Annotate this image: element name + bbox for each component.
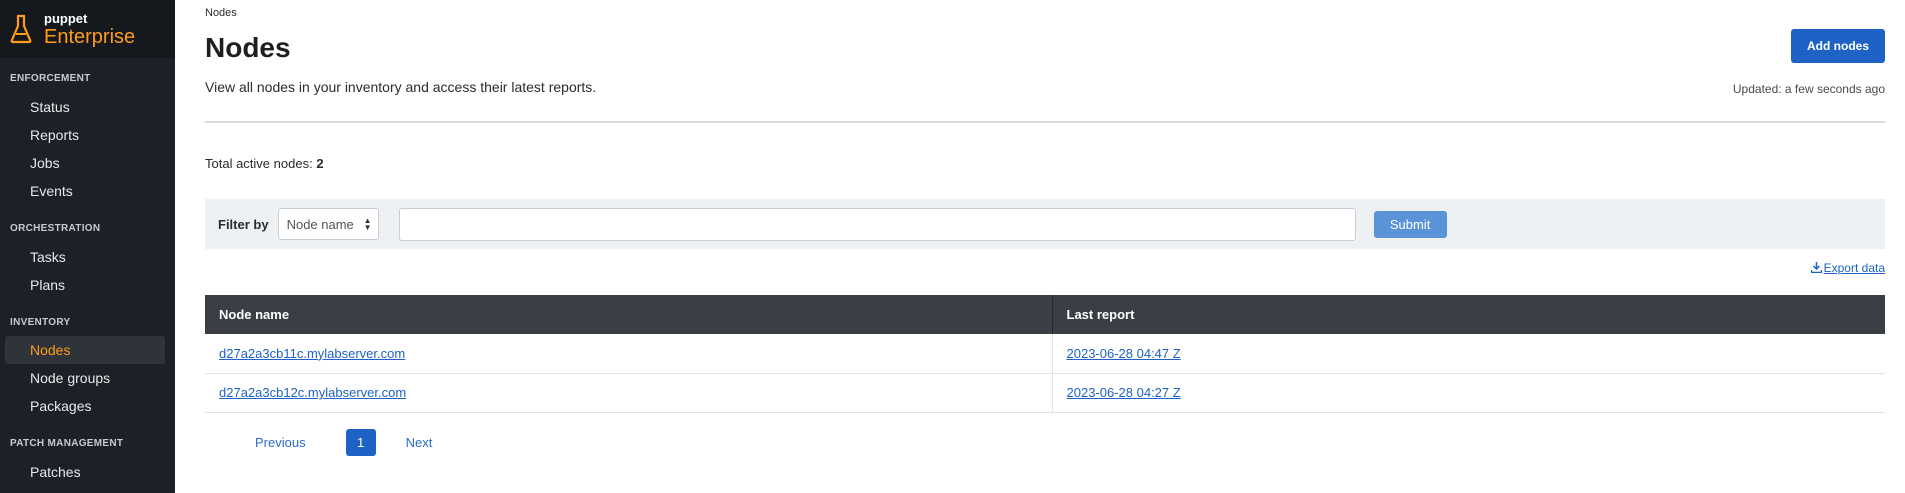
submit-button[interactable]: Submit [1373, 210, 1447, 238]
node-name-link[interactable]: d27a2a3cb12c.mylabserver.com [219, 385, 406, 400]
sidebar-item-plans[interactable]: Plans [5, 271, 165, 299]
main-content: Nodes Nodes View all nodes in your inven… [175, 0, 1905, 493]
breadcrumb[interactable]: Nodes [205, 7, 237, 19]
table-row: d27a2a3cb12c.mylabserver.com 2023-06-28 … [205, 373, 1885, 413]
sidebar-item-nodes[interactable]: Nodes [5, 336, 165, 364]
download-icon [1810, 262, 1822, 274]
sidebar-item-status[interactable]: Status [5, 93, 165, 121]
total-active-nodes: Total active nodes: 2 [205, 156, 324, 171]
sidebar-item-events[interactable]: Events [5, 177, 165, 205]
brand-logo[interactable]: puppet Enterprise [0, 0, 175, 58]
sidebar-item-patches[interactable]: Patches [5, 458, 165, 486]
table-row: d27a2a3cb11c.mylabserver.com 2023-06-28 … [205, 334, 1885, 374]
filter-text-input[interactable] [398, 207, 1356, 241]
sidebar-item-reports[interactable]: Reports [5, 121, 165, 149]
filter-select-value: Node name [286, 216, 354, 232]
total-label: Total active nodes: [205, 156, 313, 171]
nav-section-orchestration: ORCHESTRATION [10, 223, 101, 234]
updated-timestamp: Updated: a few seconds ago [1732, 82, 1885, 96]
table-cell: 2023-06-28 04:47 Z [1051, 334, 1885, 374]
nodes-table: Node name Last report d27a2a3cb11c.mylab… [205, 295, 1885, 413]
table-header-row: Node name Last report [205, 295, 1885, 334]
add-nodes-button[interactable]: Add nodes [1791, 29, 1885, 63]
table-cell: 2023-06-28 04:27 Z [1051, 373, 1885, 413]
nav-section-inventory: INVENTORY [10, 317, 71, 328]
nav-section-patch-management: PATCH MANAGEMENT [10, 438, 124, 449]
export-data-label: Export data [1823, 261, 1885, 275]
app-root: puppet Enterprise ENFORCEMENT Status Rep… [0, 0, 1905, 493]
filter-by-select[interactable]: Node name ▲ ▼ [277, 208, 379, 240]
brand-name-small: puppet [44, 10, 88, 26]
pagination-page-1[interactable]: 1 [345, 429, 376, 456]
sidebar-item-packages[interactable]: Packages [5, 392, 165, 420]
header-divider [205, 121, 1885, 123]
filter-bar: Filter by Node name ▲ ▼ Submit [205, 199, 1885, 249]
total-count: 2 [316, 156, 324, 171]
column-header-node-name[interactable]: Node name [205, 295, 1052, 334]
last-report-link[interactable]: 2023-06-28 04:47 Z [1067, 346, 1181, 361]
sidebar-item-node-groups[interactable]: Node groups [5, 364, 165, 392]
pagination: Previous 1 Next [205, 429, 432, 456]
last-report-link[interactable]: 2023-06-28 04:27 Z [1067, 385, 1181, 400]
table-cell: d27a2a3cb12c.mylabserver.com [205, 373, 1052, 413]
puppet-flask-icon [10, 14, 32, 44]
select-arrows-icon: ▲ ▼ [363, 216, 372, 232]
nav-section-enforcement: ENFORCEMENT [10, 73, 91, 84]
page-title: Nodes [205, 32, 291, 63]
column-header-last-report[interactable]: Last report [1051, 295, 1885, 334]
sidebar-item-tasks[interactable]: Tasks [5, 243, 165, 271]
brand-name-big: Enterprise [44, 25, 136, 48]
sidebar-item-jobs[interactable]: Jobs [5, 149, 165, 177]
export-data-link[interactable]: Export data [1810, 261, 1885, 275]
filter-label: Filter by [218, 216, 269, 232]
sidebar: puppet Enterprise ENFORCEMENT Status Rep… [0, 0, 175, 493]
pagination-next[interactable]: Next [406, 435, 433, 450]
table-cell: d27a2a3cb11c.mylabserver.com [205, 334, 1052, 374]
pagination-previous[interactable]: Previous [255, 435, 306, 450]
node-name-link[interactable]: d27a2a3cb11c.mylabserver.com [219, 346, 405, 361]
page-description: View all nodes in your inventory and acc… [205, 79, 597, 95]
